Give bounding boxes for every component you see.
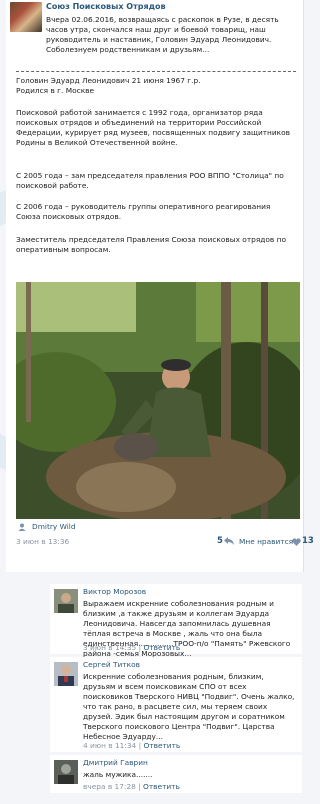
comment-item: Виктор Морозов Выражаем искренние соболе… <box>50 584 302 658</box>
commenter-name-link[interactable]: Сергей Титков <box>83 660 140 670</box>
paragraph-4: Заместитель председателя Правления Союза… <box>16 235 286 254</box>
post-author-link[interactable]: Союз Поисковых Отрядов <box>46 2 166 13</box>
like-count[interactable]: 13 <box>302 536 314 547</box>
commenter-name-link[interactable]: Виктор Морозов <box>83 587 146 597</box>
post-date[interactable]: 3 июн в 13:36 <box>16 537 69 547</box>
bio-line-2: Родился в г. Москве <box>16 86 95 95</box>
reply-link[interactable]: Ответить <box>143 643 180 652</box>
tagged-user-link[interactable]: Dmitry Wild <box>32 522 76 532</box>
comment-item: Дмитрий Гаврин жаль мужика....... вчера … <box>50 755 302 793</box>
commenter-name-link[interactable]: Дмитрий Гаврин <box>83 758 148 768</box>
like-button-label[interactable]: Мне нравится <box>239 537 293 547</box>
paragraph-3: С 2006 года – руководитель группы операт… <box>16 202 271 221</box>
reply-link[interactable]: Ответить <box>143 782 180 791</box>
comment-count[interactable]: 5 <box>217 536 223 547</box>
reply-arrow-icon[interactable] <box>224 537 234 545</box>
group-avatar[interactable] <box>10 2 42 32</box>
reply-link[interactable]: Ответить <box>143 741 180 750</box>
commenter-avatar[interactable] <box>54 760 78 784</box>
paragraph-2: С 2005 года – зам председателя правления… <box>16 171 284 190</box>
wall-post: Союз Поисковых Отрядов Вчера 02.06.2016,… <box>6 0 314 572</box>
comment-text: Искренние соболезнования родным, близким… <box>83 672 295 741</box>
comment-date[interactable]: 4 июн в 11:34 <box>83 741 136 750</box>
tag-person-icon <box>18 523 26 531</box>
bio-line-1: Головин Эдуард Леонидович 21 июня 1967 г… <box>16 76 201 85</box>
comment-text: жаль мужика....... <box>83 770 153 779</box>
post-photo[interactable] <box>16 282 300 519</box>
commenter-avatar[interactable] <box>54 589 78 613</box>
commenter-avatar[interactable] <box>54 662 78 686</box>
paragraph-1: Поисковой работой занимается с 1992 года… <box>16 108 291 147</box>
comment-date[interactable]: 3 июн в 14:35 <box>83 643 136 652</box>
heart-icon[interactable] <box>292 538 301 546</box>
comment-date[interactable]: вчера в 17:28 <box>83 782 136 791</box>
comment-item: Сергей Титков Искренние соболезнования р… <box>50 657 302 752</box>
post-intro-text: Вчера 02.06.2016, возвращаясь с раскопок… <box>46 15 279 54</box>
dashed-separator <box>16 71 296 72</box>
